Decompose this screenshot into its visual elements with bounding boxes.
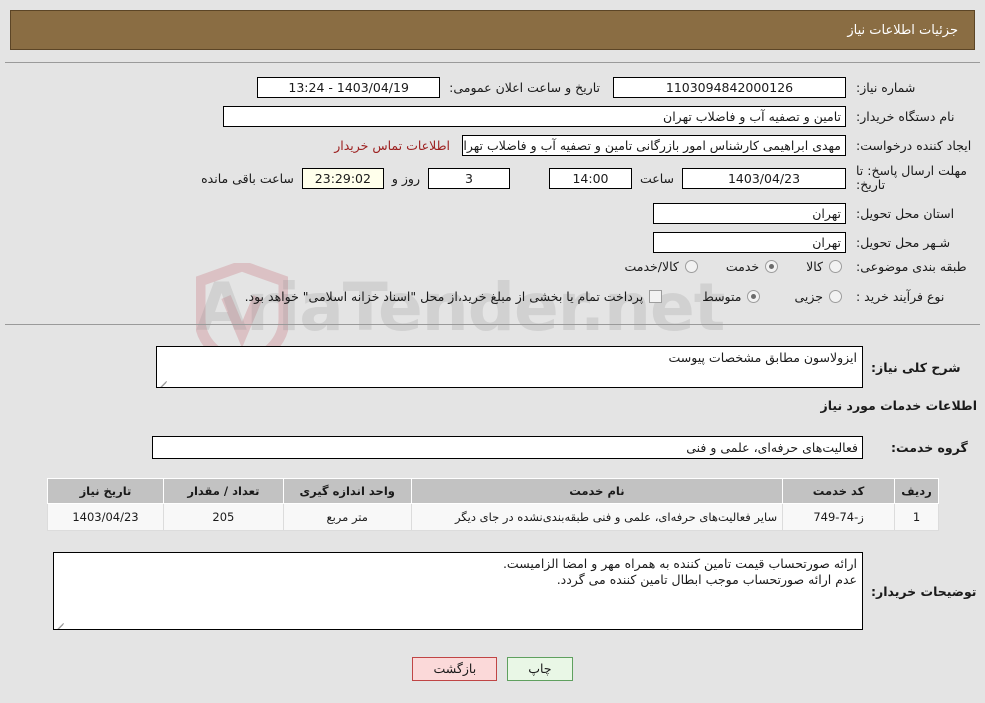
back-button[interactable]: بازگشت <box>412 657 498 681</box>
table-row: 1 ز-74-749 سایر فعالیت‌های حرفه‌ای، علمی… <box>47 503 939 531</box>
announce-datetime-value: 1403/04/19 - 13:24 <box>257 77 441 98</box>
remaining-suffix-label: ساعت باقی مانده <box>201 170 294 186</box>
remaining-days-value: 3 <box>427 167 510 189</box>
col-code: کد خدمت <box>782 478 896 504</box>
category-row: طبقه بندی موضوعی: کالا خدمت کالا/خدمت <box>624 259 972 274</box>
services-section-title: اطلاعات خدمات مورد نیاز <box>820 398 978 413</box>
process-option-motevaset[interactable]: متوسط <box>702 289 761 304</box>
col-unit: واحد اندازه گیری <box>282 478 412 504</box>
description-label: شرح کلی نیاز: <box>871 359 961 375</box>
deadline-row: مهلت ارسال پاسخ: تا تاریخ: 1403/04/23 سا… <box>201 164 972 192</box>
request-creator-label: ایجاد کننده درخواست: <box>856 138 972 153</box>
col-radif: ردیف <box>894 478 939 504</box>
cell-code: ز-74-749 <box>782 503 896 531</box>
process-type-row: نوع فرآیند خرید : جزیی متوسط پرداخت تمام… <box>245 289 972 304</box>
process-label: نوع فرآیند خرید : <box>856 289 945 304</box>
service-group-row: گروه خدمت: فعالیت‌های حرفه‌ای، علمی و فن… <box>152 436 977 459</box>
deadline-time-value: 14:00 <box>548 167 632 189</box>
col-quantity: تعداد / مقدار <box>162 478 284 504</box>
category-option-khedmat[interactable]: خدمت <box>725 259 779 274</box>
need-number-value: 1103094842000126 <box>613 77 846 98</box>
radio-kala-khedmat-icon[interactable] <box>684 260 698 273</box>
radio-motevaset-icon[interactable] <box>747 290 761 303</box>
remaining-time-countdown: 23:29:02 <box>301 167 384 189</box>
announce-datetime-label: تاریخ و ساعت اعلان عمومی: <box>449 80 600 95</box>
service-group-value: فعالیت‌های حرفه‌ای، علمی و فنی <box>152 436 863 459</box>
col-name: نام خدمت <box>410 478 784 504</box>
buyer-org-row: نام دستگاه خریدار: تامین و تصفیه آب و فا… <box>223 106 972 127</box>
request-creator-row: ایجاد کننده درخواست: مهدی ابراهیمی کارشن… <box>334 135 972 156</box>
cell-quantity: 205 <box>162 503 284 531</box>
button-bar: بازگشت چاپ <box>0 657 985 681</box>
buyer-notes-row: توضیحات خریدار: ارائه صورتحساب قیمت تامی… <box>53 552 977 630</box>
treasury-docs-option[interactable]: پرداخت تمام یا بخشی از مبلغ خرید،از محل … <box>245 289 663 304</box>
province-label: استان محل تحویل: <box>856 206 955 221</box>
category-label: طبقه بندی موضوعی: <box>856 259 967 274</box>
announce-datetime-row: تاریخ و ساعت اعلان عمومی: 1403/04/19 - 1… <box>257 77 600 98</box>
table-header-row: ردیف کد خدمت نام خدمت واحد اندازه گیری ت… <box>47 478 939 504</box>
category-option-khedmat-label: خدمت <box>725 259 760 274</box>
city-row: شـهر محل تحویل: تهران <box>653 232 972 253</box>
service-group-label: گروه خدمت: <box>891 440 968 455</box>
services-section-title-row: اطلاعات خدمات مورد نیاز <box>821 398 978 413</box>
need-info-panel: شماره نیاز: 1103094842000126 تاریخ و ساع… <box>5 62 980 325</box>
category-option-kala-khedmat[interactable]: کالا/خدمت <box>624 259 698 274</box>
remaining-days-label: روز و <box>391 170 420 186</box>
description-row: شرح کلی نیاز: ایزولاسون مطابق مشخصات پیو… <box>156 346 977 388</box>
request-creator-value: مهدی ابراهیمی کارشناس امور بازرگانی تامی… <box>462 135 846 156</box>
buyer-org-label: نام دستگاه خریدار: <box>856 109 955 124</box>
cell-unit: متر مربع <box>282 503 412 531</box>
resize-grip-icon[interactable] <box>159 376 169 387</box>
process-option-motevaset-label: متوسط <box>702 289 742 304</box>
category-option-kala-khedmat-label: کالا/خدمت <box>624 259 679 274</box>
radio-khedmat-icon[interactable] <box>765 260 779 273</box>
need-number-row: شماره نیاز: 1103094842000126 <box>613 77 972 98</box>
buyer-org-value: تامین و تصفیه آب و فاضلاب تهران <box>223 106 846 127</box>
city-value: تهران <box>653 232 846 253</box>
category-option-kala[interactable]: کالا <box>806 259 842 274</box>
resize-grip-icon[interactable] <box>56 618 66 629</box>
buyer-notes-line2: عدم ارائه صورتحساب موجب ابطال تامین کنند… <box>556 572 857 587</box>
buyer-notes-label: توضیحات خریدار: <box>871 583 977 599</box>
print-button[interactable]: چاپ <box>507 657 573 681</box>
process-option-jozi[interactable]: جزیی <box>794 289 842 304</box>
cell-date: 1403/04/23 <box>47 503 164 531</box>
category-option-kala-label: کالا <box>806 259 823 274</box>
buyer-contact-link[interactable]: اطلاعات تماس خریدار <box>334 138 450 153</box>
treasury-text: پرداخت تمام یا بخشی از مبلغ خرید،از محل … <box>244 289 644 304</box>
page-header: جزئیات اطلاعات نیاز <box>10 10 975 50</box>
page-root: AriaTender.net جزئیات اطلاعات نیاز شماره… <box>0 0 985 703</box>
process-option-jozi-label: جزیی <box>794 289 823 304</box>
services-table: ردیف کد خدمت نام خدمت واحد اندازه گیری ت… <box>47 478 939 531</box>
col-date: تاریخ نیاز <box>47 478 164 504</box>
page-title: جزئیات اطلاعات نیاز <box>847 22 958 38</box>
province-row: استان محل تحویل: تهران <box>653 203 972 224</box>
cell-name: سایر فعالیت‌های حرفه‌ای، علمی و فنی طبقه… <box>410 503 784 531</box>
deadline-label: مهلت ارسال پاسخ: تا تاریخ: <box>856 163 967 192</box>
city-label: شـهر محل تحویل: <box>856 235 951 250</box>
deadline-hour-label: ساعت <box>639 170 674 186</box>
buyer-notes-textarea[interactable]: ارائه صورتحساب قیمت تامین کننده به همراه… <box>53 552 863 630</box>
province-value: تهران <box>653 203 846 224</box>
treasury-checkbox-icon[interactable] <box>649 290 663 303</box>
cell-radif: 1 <box>894 503 939 531</box>
buyer-notes-line1: ارائه صورتحساب قیمت تامین کننده به همراه… <box>502 556 857 571</box>
description-textarea[interactable]: ایزولاسون مطابق مشخصات پیوست <box>156 346 863 388</box>
need-number-label: شماره نیاز: <box>856 80 916 95</box>
deadline-date-value: 1403/04/23 <box>682 167 846 189</box>
radio-kala-icon[interactable] <box>829 260 842 273</box>
radio-jozi-icon[interactable] <box>829 290 842 303</box>
description-value: ایزولاسون مطابق مشخصات پیوست <box>668 350 858 365</box>
